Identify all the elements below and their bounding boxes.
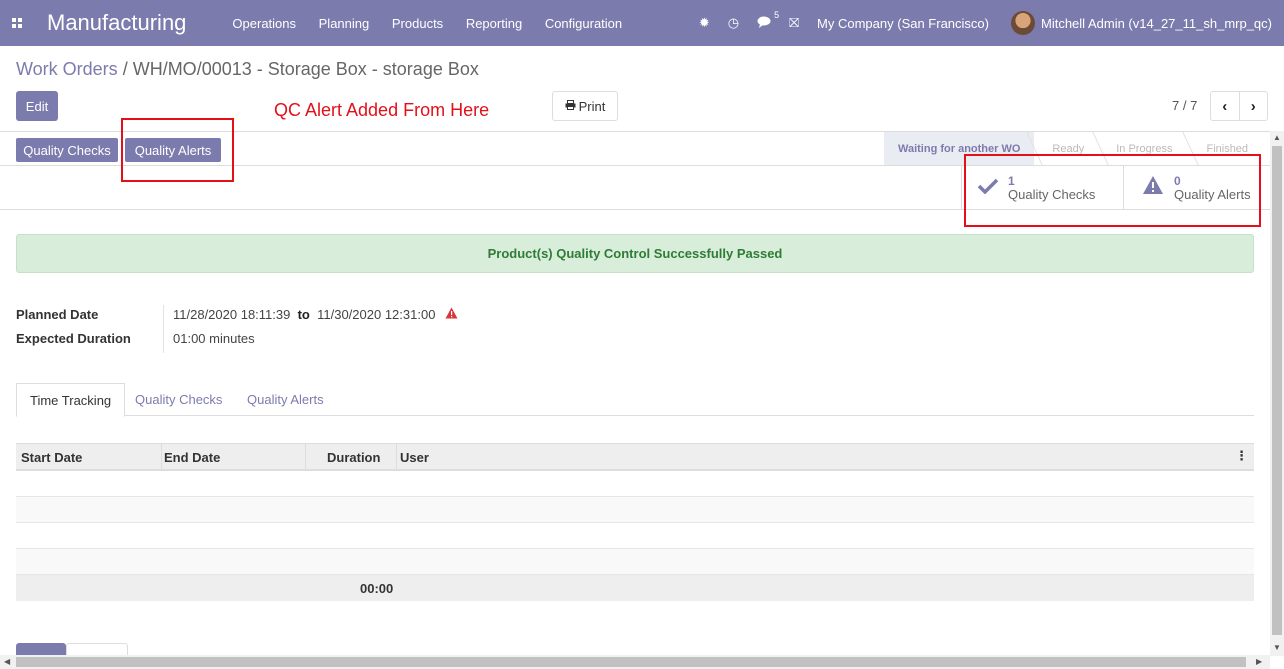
chat-count-badge: 5 xyxy=(774,9,780,20)
table-row xyxy=(16,549,1254,575)
optional-columns-icon[interactable]: ⋮ xyxy=(1235,448,1248,464)
success-alert: Product(s) Quality Control Successfully … xyxy=(16,234,1254,273)
menu-configuration[interactable]: Configuration xyxy=(545,16,622,31)
pager-value[interactable]: 7 / 7 xyxy=(1172,98,1197,113)
print-label: Print xyxy=(578,98,606,114)
notebook-tabs: Time Tracking Quality Checks Quality Ale… xyxy=(16,383,1254,417)
bottom-button-secondary[interactable] xyxy=(66,643,128,655)
tab-quality-alerts[interactable]: Quality Alerts xyxy=(234,383,337,416)
pager-previous-icon[interactable]: ‹ xyxy=(1211,92,1240,120)
horizontal-scrollbar[interactable]: ◀ ▶ xyxy=(0,655,1270,669)
table-row xyxy=(16,497,1254,523)
clock-icon[interactable]: ◷ xyxy=(728,15,739,31)
pager-next-icon[interactable]: › xyxy=(1240,92,1268,120)
column-divider xyxy=(305,444,306,470)
app-title[interactable]: Manufacturing xyxy=(47,10,186,36)
expected-duration-value: 01:00 minutes xyxy=(173,331,255,346)
column-end-date[interactable]: End Date xyxy=(164,450,220,465)
warning-icon xyxy=(445,307,458,322)
planned-date-value: 11/28/2020 18:11:39 to 11/30/2020 12:31:… xyxy=(173,307,458,322)
planned-to: to xyxy=(297,307,310,322)
annotation-box-header xyxy=(121,118,234,182)
breadcrumb-separator: / xyxy=(117,59,133,79)
column-start-date[interactable]: Start Date xyxy=(21,450,82,465)
vertical-scroll-thumb[interactable] xyxy=(1272,146,1282,635)
bottom-button-primary[interactable] xyxy=(16,643,66,655)
scroll-down-icon[interactable]: ▼ xyxy=(1273,643,1281,652)
scroll-right-icon[interactable]: ▶ xyxy=(1256,657,1262,666)
print-button[interactable]: Print xyxy=(552,91,618,121)
menu-planning[interactable]: Planning xyxy=(319,16,370,31)
time-tracking-table: Start Date End Date Duration User ⋮ 00:0… xyxy=(16,443,1254,601)
table-row xyxy=(16,523,1254,549)
quality-checks-button[interactable]: Quality Checks xyxy=(16,138,118,162)
column-divider xyxy=(161,444,162,470)
vertical-scrollbar[interactable]: ▲ ▼ xyxy=(1270,131,1284,656)
planned-date-label: Planned Date xyxy=(16,307,99,322)
top-navbar: Manufacturing Operations Planning Produc… xyxy=(0,0,1284,46)
apps-menu-icon[interactable] xyxy=(0,0,34,46)
table-footer: 00:00 xyxy=(16,575,1254,601)
total-duration: 00:00 xyxy=(360,581,394,596)
column-duration[interactable]: Duration xyxy=(327,450,380,465)
field-separator xyxy=(163,305,164,353)
edit-button[interactable]: Edit xyxy=(16,91,58,121)
user-menu[interactable]: Mitchell Admin (v14_27_11_sh_mrp_qc) xyxy=(1041,16,1272,31)
bug-icon[interactable]: ✹ xyxy=(699,15,710,31)
tab-time-tracking[interactable]: Time Tracking xyxy=(16,383,126,417)
column-divider xyxy=(396,444,397,470)
breadcrumb: Work Orders / WH/MO/00013 - Storage Box … xyxy=(16,59,479,80)
print-icon xyxy=(565,99,576,113)
table-row xyxy=(16,471,1254,497)
expected-duration-label: Expected Duration xyxy=(16,331,131,346)
planned-start: 11/28/2020 18:11:39 xyxy=(173,307,291,322)
main-menu: Operations Planning Products Reporting C… xyxy=(232,16,641,31)
breadcrumb-current: WH/MO/00013 - Storage Box - storage Box xyxy=(132,59,479,79)
annotation-text: QC Alert Added From Here xyxy=(274,100,490,120)
planned-end: 11/30/2020 12:31:00 xyxy=(317,307,436,322)
company-switcher[interactable]: My Company (San Francisco) xyxy=(817,16,989,31)
chat-icon[interactable]: 5 xyxy=(757,10,779,31)
table-header: Start Date End Date Duration User ⋮ xyxy=(16,443,1254,471)
horizontal-scroll-thumb[interactable] xyxy=(16,657,1246,667)
menu-reporting[interactable]: Reporting xyxy=(466,16,522,31)
scroll-up-icon[interactable]: ▲ xyxy=(1273,133,1281,142)
scroll-left-icon[interactable]: ◀ xyxy=(4,657,10,666)
menu-products[interactable]: Products xyxy=(392,16,443,31)
annotation-box-smart xyxy=(964,154,1261,227)
column-user[interactable]: User xyxy=(400,450,429,465)
gift-icon[interactable]: ⛝ xyxy=(789,15,799,31)
systray: ✹ ◷ 5 ⛝ My Company (San Francisco) Mitch… xyxy=(699,0,1284,46)
menu-operations[interactable]: Operations xyxy=(232,16,296,31)
tab-quality-checks[interactable]: Quality Checks xyxy=(122,383,235,416)
pager-buttons: ‹ › xyxy=(1210,91,1268,121)
breadcrumb-work-orders[interactable]: Work Orders xyxy=(16,59,118,79)
user-avatar[interactable] xyxy=(1011,11,1035,35)
